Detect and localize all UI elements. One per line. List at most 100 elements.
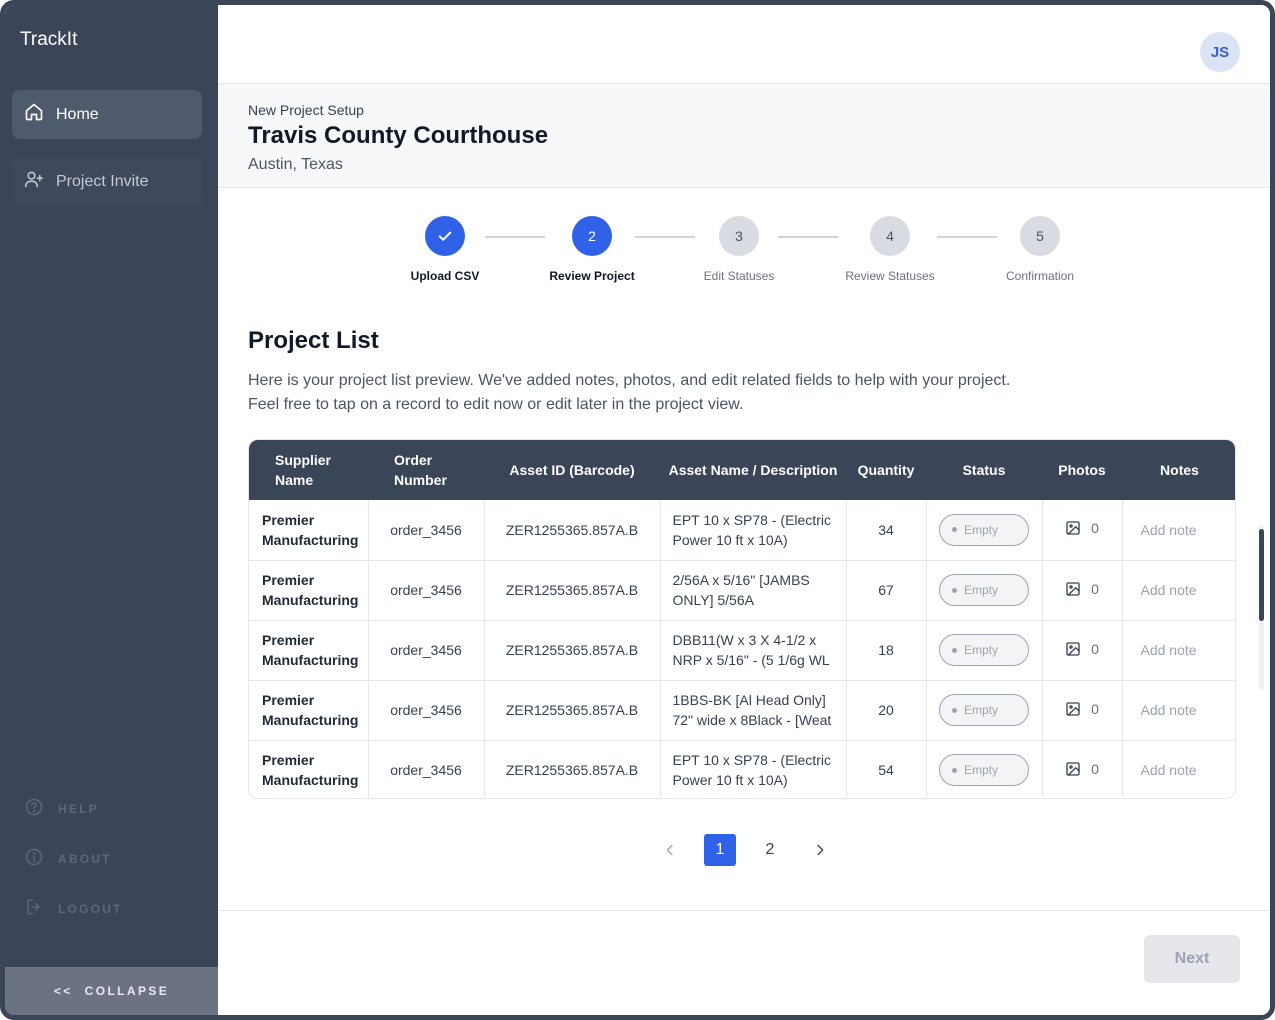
cell-text: Manufacturing (262, 712, 359, 728)
step-label: Confirmation (1005, 269, 1075, 283)
cell-text: Premier (262, 511, 315, 528)
header-text: Name (275, 472, 314, 488)
status-label: Empty (964, 703, 999, 717)
cell-asset-name: EPT 10 x SP78 - (Electric Power 10 ft x 1… (660, 500, 847, 561)
cell-asset-name: EPT 10 x SP78 - (Electric Power 10 ft x 1… (660, 740, 847, 798)
step-review-project[interactable]: 2 Review Project (532, 216, 652, 283)
next-page-button[interactable] (804, 834, 836, 866)
photos-button[interactable]: 0 (1065, 699, 1099, 719)
cell-quantity: 20 (846, 680, 927, 741)
cell-text: 72" wide x 8Black - [Weat (672, 712, 832, 728)
column-header-supplier[interactable]: Supplier Name (249, 440, 368, 500)
photo-count: 0 (1091, 760, 1099, 777)
logout-link[interactable]: LOGOUT (24, 897, 123, 920)
cell-quantity: 54 (846, 740, 927, 798)
cell-order: order_3456 (368, 680, 485, 741)
step-edit-statuses[interactable]: 3 Edit Statuses (679, 216, 799, 283)
app-logo: TrackIt (20, 29, 78, 50)
cell-photos: 0 (1042, 500, 1123, 561)
cell-text: NRP x 5/16" - (5 1/6g WL (672, 652, 830, 668)
table-row[interactable]: Premier Manufacturing order_3456 ZER1255365… (249, 740, 1235, 798)
photos-button[interactable]: 0 (1065, 759, 1099, 779)
cell-asset-name: 2/56A x 5/16" [JAMBS ONLY] 5/56A (660, 560, 847, 621)
header-text: Supplier (275, 452, 332, 468)
table-row[interactable]: Premier Manufacturing order_3456 ZER1255365… (249, 500, 1235, 561)
photo-count: 0 (1091, 640, 1099, 657)
table-row[interactable]: Premier Manufacturing order_3456 ZER1255365… (249, 680, 1235, 741)
status-dropdown[interactable]: Empty (939, 754, 1029, 787)
page-1-button[interactable]: 1 (704, 834, 736, 866)
status-dropdown[interactable]: Empty (939, 513, 1029, 546)
cell-text: ONLY] 5/56A (672, 592, 754, 608)
table-row[interactable]: Premier Manufacturing order_3456 ZER1255365… (249, 560, 1235, 621)
step-label: Edit Statuses (703, 269, 775, 283)
help-link[interactable]: HELP (24, 797, 99, 820)
collapse-button[interactable]: << COLLAPSE (5, 967, 218, 1015)
cell-asset-id: ZER1255365.857A.B (484, 560, 661, 621)
photos-button[interactable]: 0 (1065, 639, 1099, 659)
column-header-asset-name[interactable]: Asset Name / Description (660, 440, 846, 500)
sidebar-item-project-invite[interactable]: Project Invite (12, 157, 202, 206)
cell-text: EPT 10 x SP78 - (Electric (672, 752, 831, 769)
help-label: HELP (58, 801, 99, 816)
page-2-button[interactable]: 2 (754, 834, 786, 866)
scrollbar-thumb[interactable] (1259, 529, 1264, 621)
help-icon (24, 797, 44, 820)
description-line: Feel free to tap on a record to edit now… (248, 396, 744, 413)
cell-quantity: 67 (846, 560, 927, 621)
status-label: Empty (964, 763, 999, 778)
app-window: TrackIt Home Project Invite HELP ABOUT L… (0, 0, 1275, 1020)
column-header-photos[interactable]: Photos (1042, 440, 1122, 500)
logout-icon (24, 897, 44, 920)
table-scrollbar[interactable] (1259, 525, 1264, 690)
step-number: 3 (719, 216, 759, 256)
cell-supplier: Premier Manufacturing (249, 740, 369, 798)
image-icon (1066, 521, 1080, 535)
sidebar-item-home[interactable]: Home (12, 90, 202, 139)
table-header-row: Supplier Name Order Number Asset ID (Bar… (249, 440, 1235, 500)
image-icon (1066, 762, 1080, 776)
photos-button[interactable]: 0 (1065, 579, 1099, 599)
column-header-order[interactable]: Order Number (368, 440, 484, 500)
add-note-link[interactable]: Add note (1122, 500, 1235, 561)
section-description: Here is your project list preview. We've… (248, 369, 1010, 417)
status-dropdown[interactable]: Empty (939, 574, 1029, 606)
cell-status: Empty (926, 740, 1043, 798)
step-upload-csv[interactable]: Upload CSV (385, 216, 505, 283)
column-header-asset-id[interactable]: Asset ID (Barcode) (484, 440, 660, 500)
photos-button[interactable]: 0 (1065, 518, 1099, 538)
next-button[interactable]: Next (1144, 935, 1240, 983)
step-number: 4 (870, 216, 910, 256)
column-header-status[interactable]: Status (926, 440, 1042, 500)
step-label: Review Project (549, 269, 635, 283)
cell-supplier: Premier Manufacturing (249, 500, 369, 561)
header-kicker: New Project Setup (248, 102, 364, 118)
cell-supplier: Premier Manufacturing (249, 680, 369, 741)
step-confirmation[interactable]: 5 Confirmation (980, 216, 1100, 283)
add-note-link[interactable]: Add note (1122, 620, 1235, 681)
add-note-link[interactable]: Add note (1122, 740, 1235, 798)
main-content: JS New Project Setup Travis County Court… (218, 5, 1270, 1015)
add-note-link[interactable]: Add note (1122, 680, 1235, 741)
column-header-quantity[interactable]: Quantity (846, 440, 926, 500)
add-note-link[interactable]: Add note (1122, 560, 1235, 621)
cell-text: Premier (262, 692, 315, 708)
step-label: Review Statuses (845, 269, 935, 283)
prev-page-button[interactable] (654, 834, 686, 866)
cell-asset-id: ZER1255365.857A.B (484, 620, 661, 681)
avatar[interactable]: JS (1200, 32, 1240, 72)
photo-count: 0 (1091, 700, 1099, 717)
status-dropdown[interactable]: Empty (939, 694, 1029, 726)
chevron-right-icon (817, 844, 824, 856)
cell-text: Premier (262, 632, 315, 648)
table-row[interactable]: Premier Manufacturing order_3456 ZER1255365… (249, 620, 1235, 681)
column-header-notes[interactable]: Notes (1122, 440, 1235, 500)
about-label: ABOUT (58, 851, 112, 866)
about-link[interactable]: ABOUT (24, 847, 112, 870)
progress-stepper: Upload CSV 2 Review Project 3 Edit Statu… (218, 216, 1270, 286)
info-icon (24, 847, 44, 870)
status-dropdown[interactable]: Empty (939, 634, 1029, 666)
step-review-statuses[interactable]: 4 Review Statuses (830, 216, 950, 283)
cell-photos: 0 (1042, 680, 1123, 741)
cell-text: Premier (262, 752, 315, 769)
